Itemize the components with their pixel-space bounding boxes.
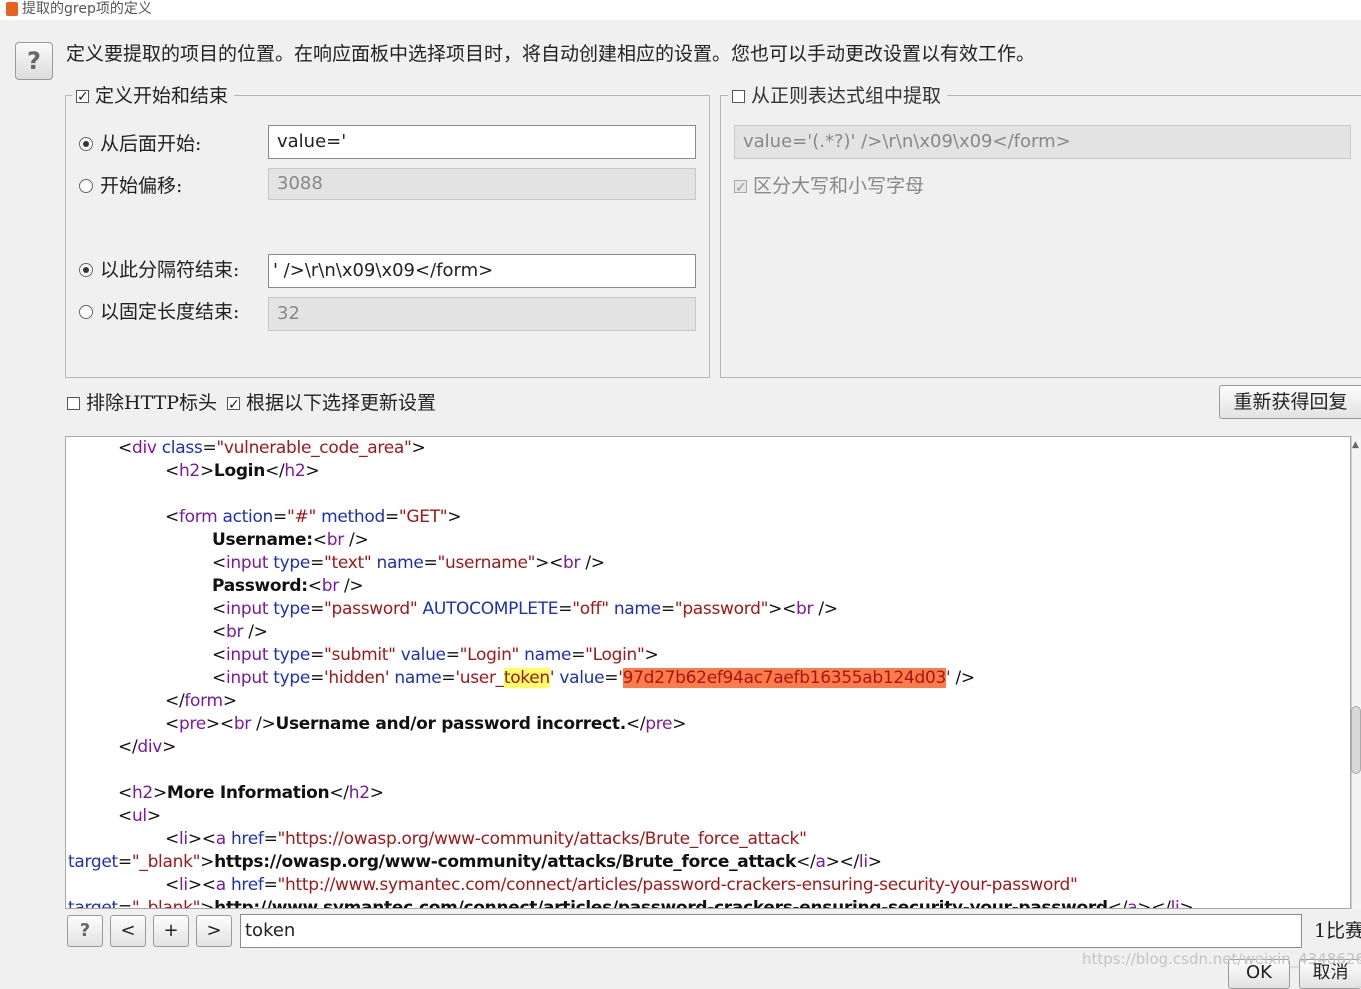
description-text: 定义要提取的项目的位置。在响应面板中选择项目时，将自动创建相应的设置。您也可以手… [66, 43, 1036, 65]
start-after-radio[interactable] [79, 137, 93, 151]
update-settings-checkbox[interactable] [227, 393, 240, 417]
scroll-up-icon[interactable]: ▲ [1352, 440, 1359, 450]
start-end-checkbox[interactable] [76, 86, 89, 108]
case-sensitive-option[interactable]: 区分大写和小写字母 [734, 174, 925, 200]
regex-legend-label: 从正则表达式组中提取 [751, 85, 942, 107]
start-end-legend-label: 定义开始和结束 [95, 85, 229, 107]
end-fixed-label: 以固定长度结束: [100, 301, 240, 323]
end-fixed-input[interactable]: 32 [268, 297, 696, 331]
end-delimiter-option[interactable]: 以此分隔符结束: [79, 258, 239, 282]
search-next-button[interactable]: > [196, 915, 232, 947]
app-icon [6, 2, 18, 16]
match-count: 1比赛 [1314, 920, 1361, 942]
scrollbar-thumb[interactable] [1351, 706, 1361, 774]
extracted-value-highlight: 97d27b62ef94ac7aefb16355ab124d03 [622, 668, 946, 688]
start-after-option[interactable]: 从后面开始: [79, 132, 201, 156]
code-line-3: <form action="#" method="GET"> [165, 507, 462, 527]
title-bar [0, 0, 1361, 20]
start-after-input[interactable]: value=' [268, 125, 696, 159]
refetch-response-button[interactable]: 重新获得回复 [1219, 385, 1361, 419]
start-offset-option[interactable]: 开始偏移: [79, 174, 182, 198]
end-delimiter-input[interactable]: ' />\r\n\x09\x09</form> [268, 254, 696, 288]
code-line-8: <br /> [212, 622, 268, 642]
start-offset-radio[interactable] [79, 179, 93, 193]
start-offset-label: 开始偏移: [100, 175, 183, 197]
start-end-legend: 定义开始和结束 [72, 85, 235, 108]
end-delimiter-label: 以此分隔符结束: [100, 259, 240, 281]
response-scrollbar[interactable] [1351, 436, 1361, 909]
code-line-9: <input type="submit" value="Login" name=… [212, 645, 659, 665]
response-panel[interactable]: <div class="vulnerable_code_area"> <h2>L… [65, 436, 1351, 909]
code-line-19: target="_blank">http://www.symantec.com/… [68, 898, 1194, 909]
code-line-11: </form> [165, 691, 237, 711]
start-after-label: 从后面开始: [100, 133, 202, 155]
exclude-http-checkbox[interactable] [67, 396, 80, 410]
window-title: 提取的grep项的定义 [22, 1, 152, 17]
update-settings-label: 根据以下选择更新设置 [246, 392, 437, 414]
code-line-7: <input type="password" AUTOCOMPLETE="off… [212, 599, 838, 619]
code-line-18: <li><a href="http://www.symantec.com/con… [165, 875, 1078, 895]
regex-checkbox[interactable] [732, 89, 745, 103]
search-match-highlight: token [503, 668, 550, 688]
code-line-17: target="_blank">https://owasp.org/www-co… [68, 852, 882, 872]
code-line-14: <h2>More Information</h2> [118, 783, 384, 803]
update-settings-option[interactable]: 根据以下选择更新设置 [227, 391, 437, 417]
code-line-6: Password:<br /> [212, 576, 364, 596]
exclude-http-option[interactable]: 排除HTTP标头 [67, 391, 217, 415]
case-sensitive-label: 区分大写和小写字母 [753, 175, 925, 197]
search-add-button[interactable]: + [153, 915, 189, 947]
watermark: https://blog.csdn.net/weixin_43486264 [1082, 950, 1361, 968]
code-line-15: <ul> [118, 806, 161, 826]
search-previous-button[interactable]: < [110, 915, 146, 947]
code-line-4: Username:<br /> [212, 530, 369, 550]
help-button[interactable]: ? [15, 42, 53, 80]
case-sensitive-checkbox[interactable] [734, 176, 747, 200]
code-line-16: <li><a href="https://owasp.org/www-commu… [165, 829, 807, 849]
exclude-http-label: 排除HTTP标头 [86, 392, 218, 414]
code-line-2: <h2>Login</h2> [165, 461, 320, 481]
code-line-1: <div class="vulnerable_code_area"> [118, 438, 426, 458]
code-line-13: </div> [118, 737, 177, 757]
end-fixed-radio[interactable] [79, 305, 93, 319]
end-fixed-option[interactable]: 以固定长度结束: [79, 300, 239, 324]
end-delimiter-radio[interactable] [79, 263, 93, 277]
start-offset-input[interactable]: 3088 [268, 168, 696, 200]
search-input[interactable]: token [240, 914, 1302, 948]
code-line-12: <pre><br />Username and/or password inco… [165, 714, 687, 734]
code-line-5: <input type="text" name="username"><br /… [212, 553, 605, 573]
regex-legend: 从正则表达式组中提取 [728, 85, 948, 107]
regex-input[interactable]: value='(.*?)' />\r\n\x09\x09</form> [734, 125, 1351, 159]
search-help-button[interactable]: ? [67, 915, 103, 947]
code-line-10: <input type='hidden' name='user_token' v… [212, 668, 975, 688]
